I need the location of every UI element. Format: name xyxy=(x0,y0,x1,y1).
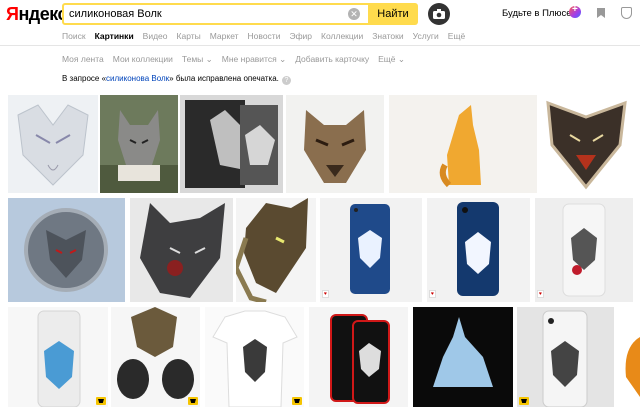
image-tile[interactable]: ♥ xyxy=(320,198,422,302)
phone-case-white-wolf-1-image xyxy=(320,198,422,302)
wolf-print-tshirt-image xyxy=(205,307,304,407)
phone-case-white-wolf-2-image xyxy=(427,198,530,302)
yandex-logo[interactable]: Яндекс xyxy=(6,4,68,25)
phone-case-blue-wolf-image xyxy=(8,307,108,407)
image-tile[interactable] xyxy=(413,307,513,407)
camera-icon[interactable] xyxy=(428,3,450,25)
image-tile[interactable]: ♥ xyxy=(535,198,633,302)
clear-icon[interactable]: ✕ xyxy=(348,8,360,20)
tab-search[interactable]: Поиск xyxy=(62,31,86,41)
tab-collections[interactable]: Коллекции xyxy=(321,31,363,41)
corrected-query-link[interactable]: силиконова Волк xyxy=(106,74,169,83)
tab-market[interactable]: Маркет xyxy=(210,31,239,41)
shield-icon[interactable] xyxy=(621,7,632,19)
wolf-face-magnet-image xyxy=(540,95,633,193)
image-tile[interactable] xyxy=(205,307,304,407)
tab-services[interactable]: Услуги xyxy=(413,31,439,41)
image-tile[interactable] xyxy=(8,95,98,193)
subnav-my-feed[interactable]: Моя лента xyxy=(62,54,104,65)
howling-wolf-yellow-candle-image xyxy=(389,95,537,193)
subnav-topics[interactable]: Темы ⌄ xyxy=(182,54,213,65)
image-tile[interactable] xyxy=(236,198,316,302)
subnav-my-collections[interactable]: Мои коллекции xyxy=(113,54,173,65)
phone-case-wolf-rose-image xyxy=(535,198,633,302)
search-button[interactable]: Найти xyxy=(368,3,418,25)
image-tile[interactable] xyxy=(8,307,108,407)
service-tabs: Поиск Картинки Видео Карты Маркет Новост… xyxy=(62,31,465,41)
tab-more[interactable]: Ещё xyxy=(448,31,465,41)
header-divider xyxy=(0,45,640,46)
subnav-liked[interactable]: Мне нравится ⌄ xyxy=(222,54,286,65)
correction-suffix: » была исправлена опечатка. xyxy=(169,74,279,83)
image-tile[interactable] xyxy=(111,307,200,407)
sub-nav: Моя лента Мои коллекции Темы ⌄ Мне нрави… xyxy=(62,54,405,65)
wolf-paws-gloves-image xyxy=(111,307,200,407)
image-tile[interactable] xyxy=(8,198,125,302)
image-tile[interactable] xyxy=(389,95,537,193)
wolf-head-sculpture-image xyxy=(286,95,384,193)
image-tile[interactable] xyxy=(309,307,408,407)
plus-icon[interactable] xyxy=(569,4,581,18)
tab-efir[interactable]: Эфир xyxy=(289,31,312,41)
image-tile[interactable] xyxy=(180,95,283,193)
plus-link[interactable]: Будьте в Плюсе xyxy=(502,8,572,19)
phone-case-red-wolf-image xyxy=(309,307,408,407)
white-wolf-soap-mold-image xyxy=(8,95,98,193)
correction-prefix: В запросе « xyxy=(62,74,107,83)
search-box: ✕ Найти xyxy=(62,3,418,25)
help-icon[interactable]: ? xyxy=(281,76,291,85)
market-badge-icon xyxy=(188,397,198,405)
market-badge-icon xyxy=(519,397,529,405)
bookmark-icon[interactable] xyxy=(597,8,605,18)
search-input[interactable] xyxy=(69,6,339,22)
phone-case-wolf-3-image xyxy=(517,307,614,407)
tab-maps[interactable]: Карты xyxy=(177,31,201,41)
market-badge-icon xyxy=(96,397,106,405)
subnav-more[interactable]: Ещё ⌄ xyxy=(378,54,405,65)
image-tile[interactable] xyxy=(517,307,614,407)
price-badge: ♥ xyxy=(537,290,544,298)
tab-znatoki[interactable]: Знатоки xyxy=(372,31,403,41)
werewolf-mask-brown-image xyxy=(236,198,316,302)
market-badge-icon xyxy=(292,397,302,405)
logo-text: ндекс xyxy=(18,4,68,24)
silicone-wolf-mold-blue-image xyxy=(413,307,513,407)
image-tile[interactable] xyxy=(540,95,633,193)
price-badge: ♥ xyxy=(429,290,436,298)
tab-news[interactable]: Новости xyxy=(248,31,281,41)
typo-correction-notice: В запросе «силиконова Волк» была исправл… xyxy=(62,74,291,85)
tab-images[interactable]: Картинки xyxy=(95,31,134,41)
subnav-add-card[interactable]: Добавить карточку xyxy=(295,54,369,65)
image-tile[interactable] xyxy=(286,95,384,193)
price-badge: ♥ xyxy=(322,290,329,298)
grey-wolf-figurine-image xyxy=(100,95,178,193)
wolf-mask-dark-image xyxy=(130,198,233,302)
orange-partial-image xyxy=(618,307,640,407)
image-tile[interactable] xyxy=(618,307,640,407)
image-tile[interactable] xyxy=(100,95,178,193)
silver-wolf-medallion-image xyxy=(8,198,125,302)
image-tile[interactable] xyxy=(130,198,233,302)
tab-video[interactable]: Видео xyxy=(143,31,168,41)
image-tile[interactable]: ♥ xyxy=(427,198,530,302)
wolf-head-plaque-grey-image xyxy=(180,95,283,193)
